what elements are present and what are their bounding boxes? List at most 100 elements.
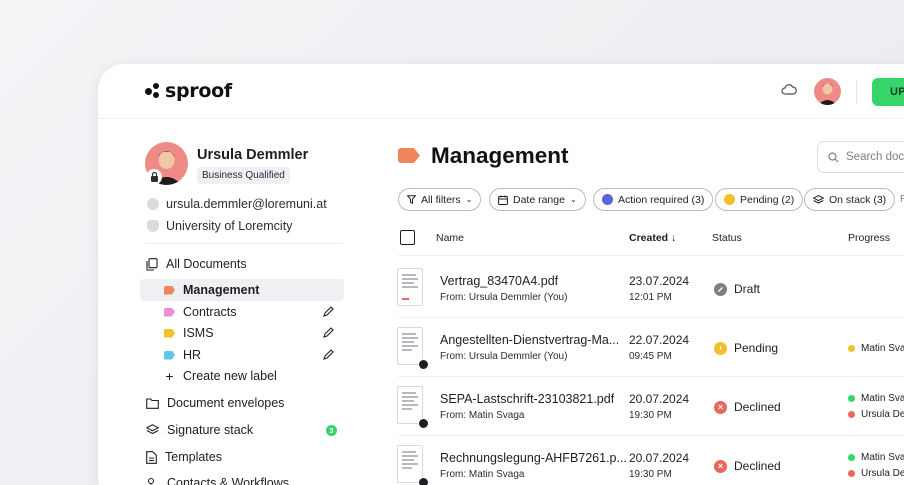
chip-label: Date range xyxy=(513,193,565,206)
signature-arrow-icon xyxy=(418,477,429,485)
nav-templates[interactable]: Templates xyxy=(146,450,222,464)
tag-icon xyxy=(164,285,175,295)
chip-label: Action required (3) xyxy=(618,193,705,206)
tag-icon xyxy=(164,307,175,317)
status-label: Declined xyxy=(734,459,781,473)
divider xyxy=(398,376,904,377)
column-header-created[interactable]: Created ↓ xyxy=(629,232,676,244)
avatar[interactable] xyxy=(814,78,841,105)
signature-arrow-icon xyxy=(418,359,429,370)
document-sender: From: Ursula Demmler (You) xyxy=(440,292,568,303)
create-label-button[interactable]: + Create new label xyxy=(140,365,344,387)
progress-signer: Ursula De xyxy=(848,409,904,420)
pending-icon xyxy=(714,341,727,355)
status-badge: × Declined xyxy=(714,459,781,473)
divider xyxy=(398,255,904,256)
document-sender: From: Ursula Demmler (You) xyxy=(440,351,568,362)
document-name[interactable]: Vertrag_83470A4.pdf xyxy=(440,274,558,288)
document-date: 20.07.2024 xyxy=(629,392,690,406)
sidebar-item-management[interactable]: Management xyxy=(140,279,344,301)
document-name[interactable]: SEPA-Lastschrift-23103821.pdf xyxy=(440,392,614,406)
tag-icon xyxy=(398,148,420,163)
document-name[interactable]: Rechnungslegung-AHFB7261.p... xyxy=(440,451,627,465)
cloud-icon[interactable] xyxy=(781,83,797,102)
status-badge: Pending xyxy=(714,341,778,355)
user-name: Ursula Demmler xyxy=(197,147,309,163)
status-label: Pending xyxy=(734,341,779,355)
divider xyxy=(145,243,343,244)
user-organization: University of Loremcity xyxy=(166,219,293,233)
filter-action-required[interactable]: Action required (3) xyxy=(593,188,714,211)
document-sender: From: Matin Svaga xyxy=(440,410,525,421)
filter-all-button[interactable]: All filters ⌄ xyxy=(398,188,482,211)
sidebar-item-hr[interactable]: HR xyxy=(140,344,344,366)
sidebar-item-contracts[interactable]: Contracts xyxy=(140,301,344,323)
status-badge: × Declined xyxy=(714,400,781,414)
chip-label: Pending (2) xyxy=(740,193,795,206)
filter-date-button[interactable]: Date range ⌄ xyxy=(489,188,586,211)
pencil-icon[interactable] xyxy=(323,349,334,360)
calendar-icon xyxy=(498,195,508,205)
sidebar-item-label: HR xyxy=(183,348,202,362)
document-time: 19:30 PM xyxy=(629,410,672,421)
signed-dot-icon xyxy=(848,395,855,402)
nav-label: Signature stack xyxy=(167,423,254,437)
column-header-name[interactable]: Name xyxy=(436,232,464,244)
contacts-icon xyxy=(147,477,155,485)
declined-dot-icon xyxy=(848,411,855,418)
shield-icon xyxy=(147,220,159,232)
divider xyxy=(856,81,857,103)
progress-signer: Matin Sva xyxy=(848,393,904,404)
top-bar: sproof UPL xyxy=(98,64,904,119)
nav-contacts-workflows[interactable]: Contacts & Workflows xyxy=(146,476,289,485)
email-row: ursula.demmler@loremuni.at xyxy=(147,197,327,211)
app-window: sproof UPL Ursula Demmler Business Quali… xyxy=(98,64,904,485)
signature-arrow-icon xyxy=(418,418,429,429)
document-time: 19:30 PM xyxy=(629,469,672,480)
filter-pending[interactable]: Pending (2) xyxy=(715,188,804,211)
signer-name: Ursula De xyxy=(861,468,904,479)
nav-all-documents[interactable]: All Documents xyxy=(146,257,247,271)
signed-dot-icon xyxy=(848,454,855,461)
select-all-checkbox[interactable] xyxy=(400,230,415,245)
document-date: 22.07.2024 xyxy=(629,333,690,347)
status-label: Declined xyxy=(734,400,781,414)
divider xyxy=(398,435,904,436)
document-thumbnail[interactable] xyxy=(397,268,423,306)
tag-icon xyxy=(164,328,175,338)
progress-signer: Matin Sva xyxy=(848,452,904,463)
nav-signature-stack[interactable]: Signature stack xyxy=(146,423,253,437)
document-name[interactable]: Angestellten-Dienstvertrag-Ma... xyxy=(440,333,619,347)
sproof-logo[interactable]: sproof xyxy=(145,80,232,102)
qualification-badge: Business Qualified xyxy=(197,167,290,184)
upload-button[interactable]: UPL xyxy=(872,78,904,106)
nav-label: Templates xyxy=(165,450,222,464)
pending-dot-icon xyxy=(848,345,855,352)
layers-icon xyxy=(146,424,159,435)
sidebar-item-label: Management xyxy=(183,283,260,297)
sidebar-item-isms[interactable]: ISMS xyxy=(140,322,344,344)
pencil-icon[interactable] xyxy=(323,327,334,338)
progress-signer: Ursula De xyxy=(848,468,904,479)
column-header-status[interactable]: Status xyxy=(712,232,742,244)
logo-mark xyxy=(145,82,163,100)
tag-icon xyxy=(164,350,175,360)
filter-more-label[interactable]: R xyxy=(900,194,904,205)
user-email: ursula.demmler@loremuni.at xyxy=(166,197,327,211)
document-sender: From: Matin Svaga xyxy=(440,469,525,480)
signer-name: Ursula De xyxy=(861,409,904,420)
declined-icon: × xyxy=(714,459,727,473)
lock-icon xyxy=(146,169,162,185)
document-time: 09:45 PM xyxy=(629,351,672,362)
search-input[interactable]: Search docu xyxy=(817,141,904,173)
filter-icon xyxy=(407,195,416,204)
pencil-icon[interactable] xyxy=(323,306,334,317)
divider xyxy=(398,317,904,318)
draft-icon xyxy=(714,282,727,296)
filter-on-stack[interactable]: On stack (3) xyxy=(804,188,896,211)
chevron-down-icon: ⌄ xyxy=(569,195,577,204)
column-header-progress[interactable]: Progress xyxy=(848,232,890,244)
plus-icon: + xyxy=(165,367,174,384)
nav-document-envelopes[interactable]: Document envelopes xyxy=(146,396,284,410)
at-icon xyxy=(147,198,159,210)
